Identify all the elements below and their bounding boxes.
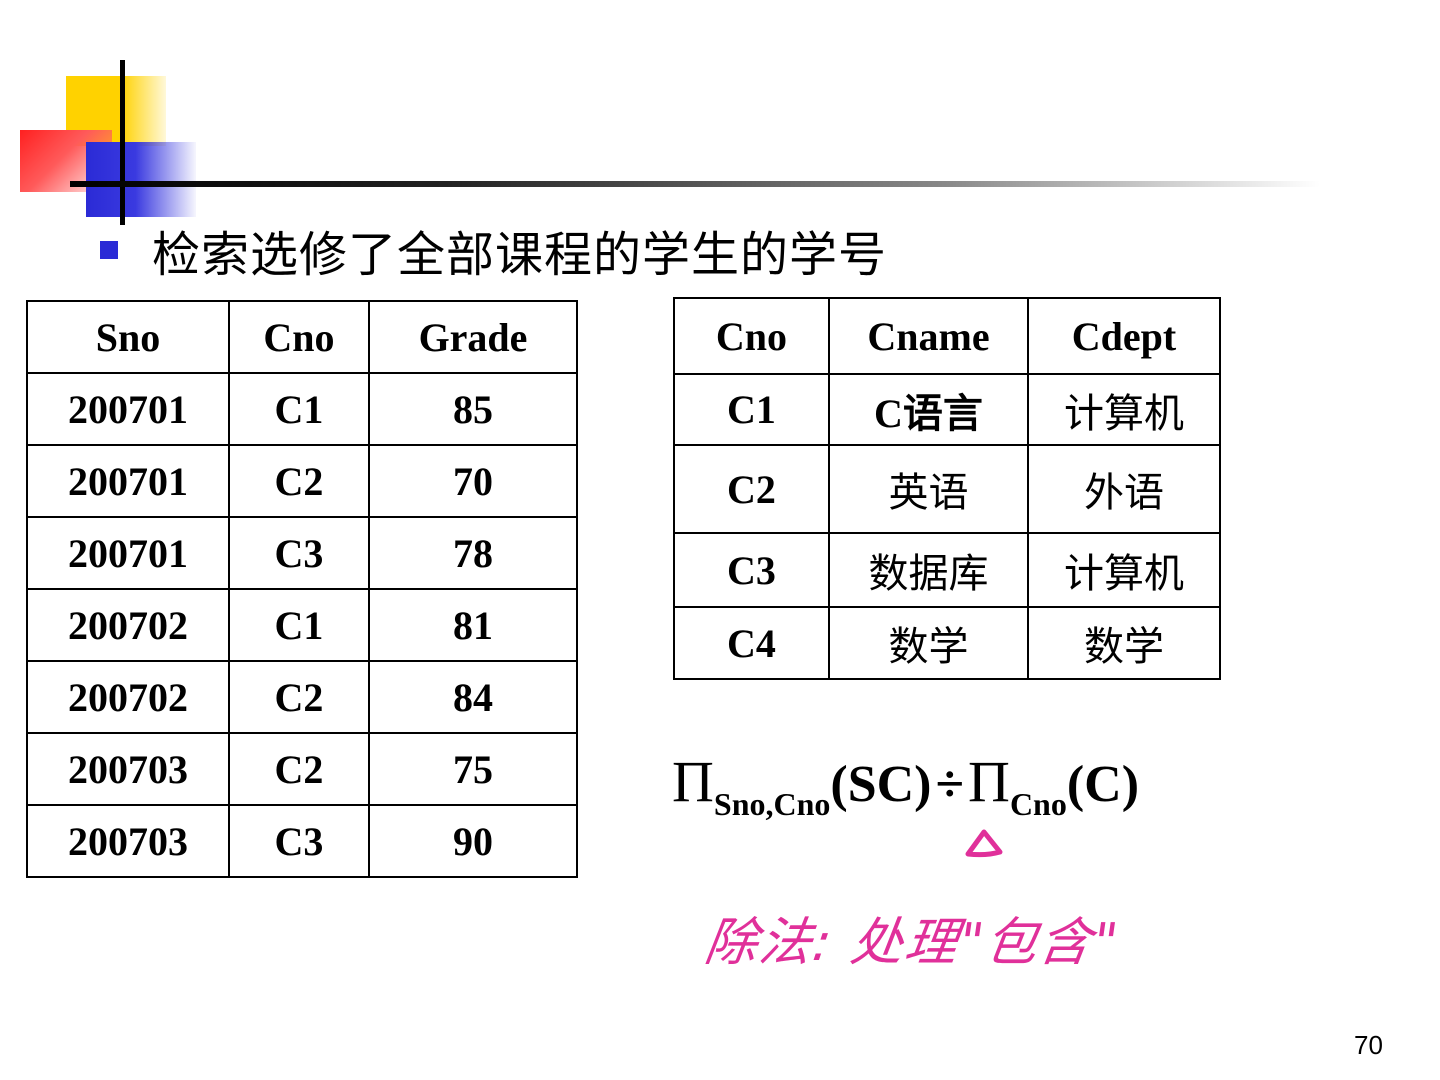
table-row: 200703 C3 90 <box>26 804 578 878</box>
table-cell: C2 <box>228 444 370 518</box>
table-cell: C2 <box>228 732 370 806</box>
table-cell: 200703 <box>26 804 230 878</box>
table-cell: C2 <box>673 444 830 534</box>
projection-subscript: Cno <box>1009 786 1067 822</box>
table-cell: C4 <box>673 606 830 680</box>
table-header-row: Sno Cno Grade <box>26 300 578 374</box>
header-cell: Cno <box>228 300 370 374</box>
table-cell: C1 <box>228 588 370 662</box>
projection-subscript: Sno,Cno <box>713 786 831 822</box>
bullet-square-icon <box>100 241 118 259</box>
table-cell: 计算机 <box>1027 532 1221 608</box>
table-cell: 90 <box>368 804 578 878</box>
handwritten-note: 除法: 处理"包含" <box>701 913 1124 973</box>
table-cell: 数学 <box>828 606 1029 680</box>
formula-argument: (SC) <box>830 756 932 813</box>
header-cell: Cno <box>673 297 830 375</box>
table-cell: 84 <box>368 660 578 734</box>
table-cell: 200701 <box>26 516 230 590</box>
table-row: C1 C语言 计算机 <box>673 373 1221 446</box>
handwritten-triangle-icon <box>965 829 1003 858</box>
table-cell: 英语 <box>828 444 1029 534</box>
table-cell: 数学 <box>1027 606 1221 680</box>
header-cell: Grade <box>368 300 578 374</box>
corner-decoration <box>0 0 1440 240</box>
table-cell: 200701 <box>26 444 230 518</box>
table-cell: C1 <box>228 372 370 446</box>
deco-blue-square <box>86 142 196 217</box>
course-table: Cno Cname Cdept C1 C语言 计算机 C2 英语 外语 C3 数据库 计算机… <box>673 297 1221 680</box>
table-cell: C2 <box>228 660 370 734</box>
table-cell: C3 <box>228 804 370 878</box>
deco-horizontal-line <box>70 181 1320 187</box>
table-cell: 200701 <box>26 372 230 446</box>
table-cell: 78 <box>368 516 578 590</box>
table-row: 200701 C3 78 <box>26 516 578 590</box>
page-number: 70 <box>1354 1030 1383 1060</box>
division-formula: ΠSno,Cno(SC)÷ΠCno(C) <box>672 748 1139 823</box>
table-cell: 81 <box>368 588 578 662</box>
table-cell: C3 <box>228 516 370 590</box>
projection-symbol: Π <box>672 749 714 814</box>
table-cell: 外语 <box>1027 444 1221 534</box>
table-row: 200703 C2 75 <box>26 732 578 806</box>
sc-table: Sno Cno Grade 200701 C1 85 200701 C2 70 2007… <box>26 300 578 878</box>
table-row: C4 数学 数学 <box>673 606 1221 680</box>
slide-heading: 检索选修了全部课程的学生的学号 <box>100 218 888 283</box>
table-cell: 75 <box>368 732 578 806</box>
table-cell: C3 <box>673 532 830 608</box>
table-cell: C1 <box>673 373 830 446</box>
table-cell: 计算机 <box>1027 373 1221 446</box>
table-header-row: Cno Cname Cdept <box>673 297 1221 375</box>
table-cell: 200702 <box>26 660 230 734</box>
header-cell: Cname <box>828 297 1029 375</box>
heading-text: 检索选修了全部课程的学生的学号 <box>152 227 888 283</box>
table-cell: 70 <box>368 444 578 518</box>
formula-argument: (C) <box>1066 756 1140 813</box>
table-row: 200702 C1 81 <box>26 588 578 662</box>
header-cell: Sno <box>26 300 230 374</box>
table-cell: 200702 <box>26 588 230 662</box>
header-cell: Cdept <box>1027 297 1221 375</box>
table-row: C3 数据库 计算机 <box>673 532 1221 608</box>
projection-symbol: Π <box>968 749 1010 814</box>
table-cell: 数据库 <box>828 532 1029 608</box>
table-row: 200701 C2 70 <box>26 444 578 518</box>
deco-vertical-line <box>120 60 125 225</box>
table-cell: 85 <box>368 372 578 446</box>
table-row: 200702 C2 84 <box>26 660 578 734</box>
division-operator: ÷ <box>935 756 965 813</box>
table-row: 200701 C1 85 <box>26 372 578 446</box>
table-row: C2 英语 外语 <box>673 444 1221 534</box>
table-cell: C语言 <box>828 373 1029 446</box>
table-cell: 200703 <box>26 732 230 806</box>
